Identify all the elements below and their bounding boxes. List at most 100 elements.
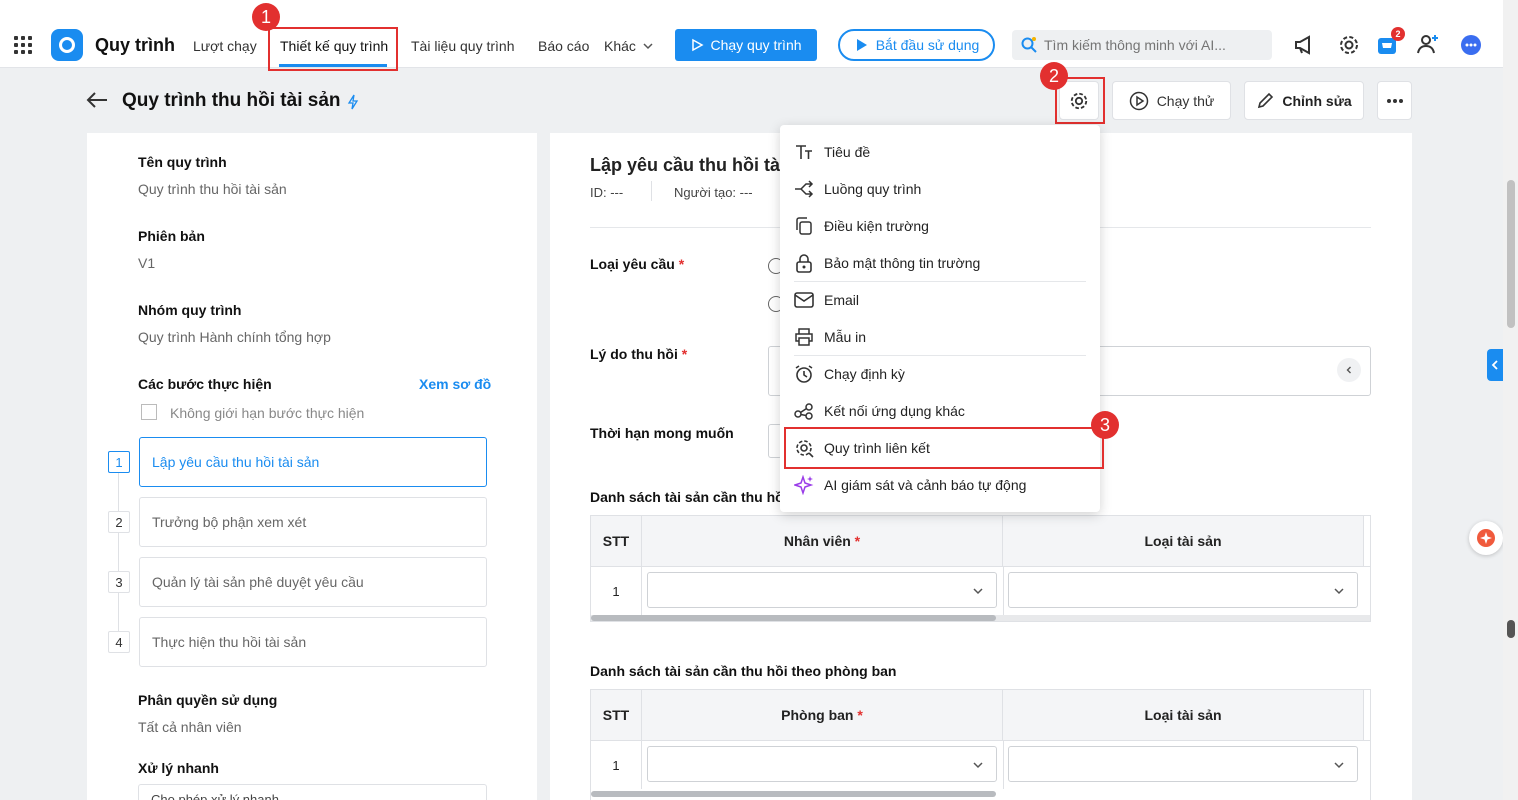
email-icon	[794, 292, 814, 308]
employee-select[interactable]	[647, 572, 997, 608]
start-using-button[interactable]: Bắt đầu sử dụng	[838, 29, 995, 61]
version-value: V1	[138, 255, 156, 271]
edit-label: Chỉnh sửa	[1282, 92, 1352, 109]
top-bar: Quy trình Lượt chạy Thiết kế quy trình 1…	[0, 0, 1503, 71]
annotation-box-3	[784, 427, 1104, 469]
play-icon	[692, 38, 705, 52]
app-grid-icon[interactable]	[14, 36, 32, 54]
run-process-label: Chạy quy trình	[710, 37, 802, 53]
add-user-icon[interactable]	[1416, 32, 1440, 56]
menu-item-ai-monitoring-label: AI giám sát và cảnh báo tự động	[824, 477, 1027, 493]
annotation-box-1	[268, 27, 398, 71]
chat-icon[interactable]	[1460, 34, 1482, 56]
annotation-badge-2: 2	[1040, 62, 1068, 90]
process-name-value: Quy trình thu hồi tài sản	[138, 181, 287, 197]
steps-label: Các bước thực hiện	[138, 376, 272, 392]
menu-item-connect-apps[interactable]: Kết nối ứng dụng khác	[794, 399, 965, 423]
menu-item-field-conditions-label: Điều kiện trường	[824, 218, 929, 234]
menu-item-process-flow-label: Luồng quy trình	[824, 181, 922, 197]
ai-assistant-button[interactable]	[1469, 521, 1503, 555]
col-stt-2: STT	[591, 690, 642, 740]
search-input[interactable]	[1044, 37, 1259, 53]
ai-star-icon	[1477, 529, 1495, 547]
printer-icon	[795, 328, 813, 346]
step-item-4[interactable]: Thực hiện thu hồi tài sản	[139, 617, 487, 667]
meta-divider	[651, 181, 652, 201]
asset-department-table: STT Phòng ban * Loại tài sản 1	[590, 689, 1371, 800]
step-item-2[interactable]: Trưởng bộ phận xem xét	[139, 497, 487, 547]
test-run-button[interactable]: Chạy thử	[1112, 81, 1231, 120]
asset-employee-table: STT Nhân viên * Loại tài sản 1	[590, 515, 1371, 622]
collapse-button[interactable]	[1337, 358, 1361, 382]
asset-type-select[interactable]	[1008, 572, 1358, 608]
more-dots-icon	[1386, 98, 1403, 103]
alarm-clock-icon	[795, 365, 813, 383]
menu-item-field-security[interactable]: Bảo mật thông tin trường	[794, 251, 980, 275]
department-select[interactable]	[647, 746, 997, 782]
col-asset-type: Loại tài sản	[1003, 516, 1364, 566]
pencil-icon	[1258, 92, 1274, 108]
col-asset-type-2: Loại tài sản	[1003, 690, 1364, 740]
page-title: Quy trình thu hồi tài sản	[122, 90, 341, 111]
nav-process-docs[interactable]: Tài liệu quy trình	[411, 38, 515, 54]
chevron-left-icon	[1346, 366, 1351, 374]
quick-process-field[interactable]: Cho phép xử lý nhanh...	[138, 784, 487, 800]
col-employee: Nhân viên *	[642, 516, 1003, 566]
view-diagram-link[interactable]: Xem sơ đồ	[419, 376, 491, 392]
table-scroll-thumb[interactable]	[591, 615, 996, 621]
col-department: Phòng ban *	[642, 690, 1003, 740]
menu-item-process-flow[interactable]: Luồng quy trình	[794, 177, 921, 201]
step-item-1[interactable]: Lập yêu cầu thu hồi tài sản	[139, 437, 487, 487]
text-size-icon	[796, 145, 812, 159]
chevron-down-icon	[1334, 588, 1344, 595]
row-stt-2: 1	[591, 741, 642, 789]
more-options-button[interactable]	[1377, 81, 1412, 120]
menu-item-email[interactable]: Email	[794, 288, 859, 312]
settings-gear-icon[interactable]	[1338, 34, 1360, 56]
list2-title: Danh sách tài sản cần thu hồi theo phòng…	[590, 663, 897, 679]
smart-search[interactable]	[1012, 30, 1272, 60]
page-scroll-thumb[interactable]	[1507, 180, 1515, 328]
play-circle-icon	[1129, 91, 1148, 110]
form-id: ID: ---	[590, 185, 624, 200]
side-panel-toggle[interactable]	[1487, 349, 1503, 381]
menu-item-scheduled-run[interactable]: Chạy định kỳ	[794, 362, 905, 386]
process-name-label: Tên quy trình	[138, 154, 227, 170]
unlimited-steps-checkbox[interactable]	[141, 404, 157, 420]
unlimited-steps-label: Không giới hạn bước thực hiện	[170, 405, 365, 421]
version-label: Phiên bản	[138, 228, 205, 244]
run-process-button[interactable]: Chạy quy trình	[675, 29, 817, 61]
step-number-1: 1	[108, 451, 130, 473]
menu-item-email-label: Email	[824, 292, 860, 308]
form-title: Lập yêu cầu thu hồi tài s	[590, 155, 801, 175]
test-run-label: Chạy thử	[1156, 92, 1215, 109]
menu-item-field-conditions[interactable]: Điều kiện trường	[794, 214, 929, 238]
chevron-down-icon	[973, 762, 983, 769]
quick-process-value: Cho phép xử lý nhanh...	[151, 792, 290, 800]
nav-reports[interactable]: Báo cáo	[538, 38, 589, 54]
row-stt: 1	[591, 567, 642, 615]
edit-button[interactable]: Chỉnh sửa	[1244, 81, 1364, 120]
menu-item-ai-monitoring[interactable]: AI giám sát và cảnh báo tự động	[794, 473, 1026, 497]
secondary-scroll-thumb[interactable]	[1507, 620, 1515, 638]
menu-item-scheduled-run-label: Chạy định kỳ	[824, 366, 905, 382]
nav-more[interactable]: Khác	[604, 38, 654, 54]
menu-item-title[interactable]: Tiêu đề	[794, 140, 870, 164]
start-using-label: Bắt đầu sử dụng	[875, 37, 980, 53]
asset-type-select-2[interactable]	[1008, 746, 1358, 782]
step-number-3: 3	[108, 571, 130, 593]
step-item-3[interactable]: Quản lý tài sản phê duyệt yêu cầu	[139, 557, 487, 607]
back-arrow-icon[interactable]	[86, 91, 108, 109]
menu-item-field-security-label: Bảo mật thông tin trường	[824, 255, 981, 271]
page-scrollbar[interactable]	[1503, 0, 1518, 800]
app-logo	[51, 29, 83, 61]
share-nodes-icon	[794, 403, 813, 420]
menu-item-connect-apps-label: Kết nối ứng dụng khác	[824, 403, 965, 419]
steps-connector-line	[118, 462, 119, 642]
col-stt: STT	[591, 516, 642, 566]
list1-title: Danh sách tài sản cần thu hồi t	[590, 489, 797, 505]
table2-scroll-thumb[interactable]	[591, 791, 996, 797]
megaphone-icon[interactable]	[1294, 35, 1316, 55]
nav-runs[interactable]: Lượt chạy	[193, 38, 257, 54]
menu-item-print-template[interactable]: Mẫu in	[794, 325, 866, 349]
